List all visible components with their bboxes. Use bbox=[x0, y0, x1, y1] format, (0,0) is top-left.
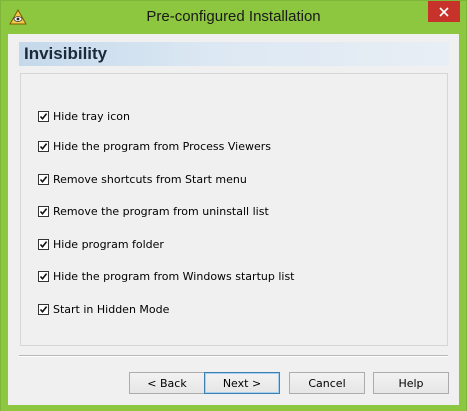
checkbox[interactable] bbox=[38, 110, 49, 122]
close-icon bbox=[439, 6, 449, 17]
section-title: Invisibility bbox=[24, 44, 108, 63]
option-remove-start-menu-shortcuts[interactable]: Remove shortcuts from Start menu bbox=[38, 171, 247, 187]
checkmark-icon bbox=[39, 207, 48, 215]
option-label: Hide tray icon bbox=[53, 109, 130, 123]
checkbox[interactable] bbox=[38, 173, 49, 185]
checkbox[interactable] bbox=[38, 270, 49, 282]
section-header: Invisibility bbox=[19, 42, 449, 66]
option-label: Remove the program from uninstall list bbox=[53, 204, 269, 218]
cancel-button[interactable]: Cancel bbox=[289, 372, 365, 394]
window-frame-bottom bbox=[1, 405, 466, 411]
window-title: Pre-configured Installation bbox=[146, 8, 321, 25]
title-bar[interactable]: Pre-configured Installation bbox=[1, 1, 466, 34]
next-button[interactable]: Next > bbox=[204, 372, 280, 394]
checkbox[interactable] bbox=[38, 303, 49, 315]
checkmark-icon bbox=[39, 272, 48, 280]
option-label: Hide the program from Windows startup li… bbox=[53, 269, 295, 283]
checkbox[interactable] bbox=[38, 140, 49, 152]
option-hide-program-folder[interactable]: Hide program folder bbox=[38, 236, 164, 252]
window-frame-left bbox=[1, 34, 8, 405]
checkmark-icon bbox=[39, 142, 48, 150]
option-hide-from-startup-list[interactable]: Hide the program from Windows startup li… bbox=[38, 268, 295, 284]
back-button[interactable]: < Back bbox=[129, 372, 205, 394]
option-label: Remove shortcuts from Start menu bbox=[53, 172, 247, 186]
dialog-content: Invisibility Hide tray icon Hide the pro… bbox=[8, 34, 459, 405]
installer-window: Pre-configured Installation Invisibility… bbox=[0, 0, 467, 411]
option-hide-tray-icon[interactable]: Hide tray icon bbox=[38, 108, 130, 124]
option-remove-from-uninstall-list[interactable]: Remove the program from uninstall list bbox=[38, 203, 269, 219]
option-label: Hide program folder bbox=[53, 237, 164, 251]
option-label: Hide the program from Process Viewers bbox=[53, 139, 272, 153]
checkbox[interactable] bbox=[38, 238, 49, 250]
help-button[interactable]: Help bbox=[373, 372, 449, 394]
close-button[interactable] bbox=[428, 1, 460, 22]
checkbox[interactable] bbox=[38, 205, 49, 217]
option-start-hidden-mode[interactable]: Start in Hidden Mode bbox=[38, 301, 169, 317]
checkmark-icon bbox=[39, 240, 48, 248]
checkmark-icon bbox=[39, 112, 48, 120]
checkmark-icon bbox=[39, 305, 48, 313]
option-label: Start in Hidden Mode bbox=[53, 302, 170, 316]
checkmark-icon bbox=[39, 175, 48, 183]
option-hide-from-process-viewers[interactable]: Hide the program from Process Viewers bbox=[38, 138, 271, 154]
separator bbox=[19, 355, 448, 357]
